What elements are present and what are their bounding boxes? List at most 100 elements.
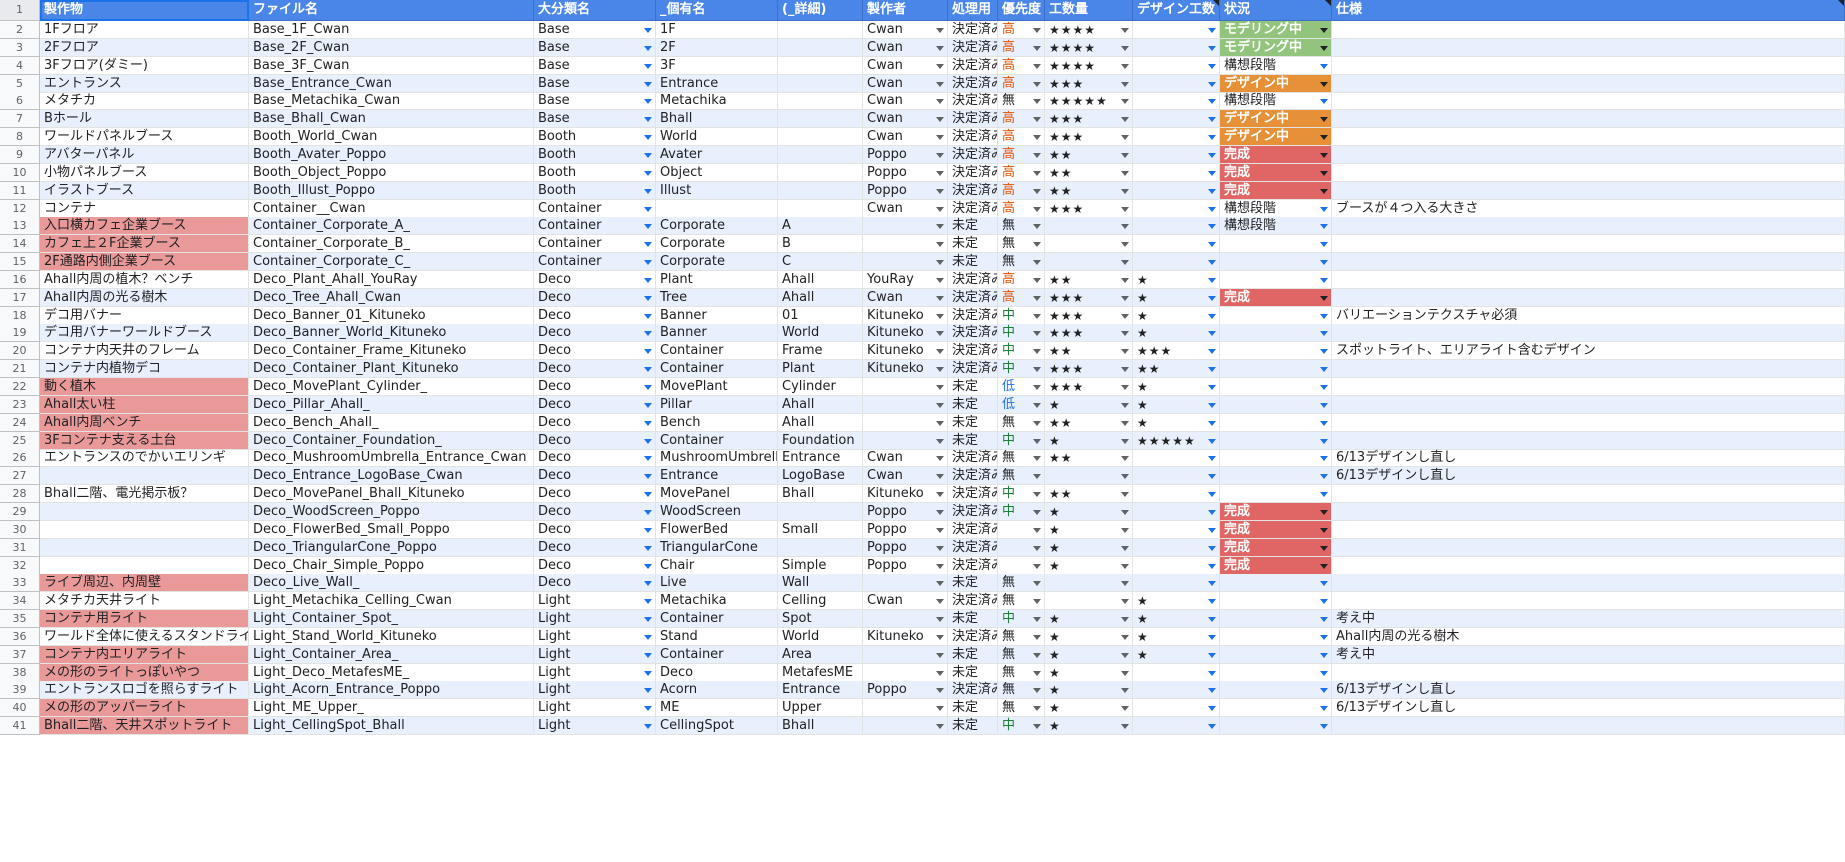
row-number[interactable]: 24 xyxy=(0,414,40,432)
chevron-down-icon[interactable] xyxy=(1208,688,1216,693)
cell-file[interactable]: Container__Cwan xyxy=(249,200,534,218)
chevron-down-icon[interactable] xyxy=(1033,474,1041,479)
chevron-down-icon[interactable] xyxy=(1121,296,1129,301)
cell-workload[interactable]: ★ xyxy=(1045,717,1133,735)
cell-category[interactable]: Deco xyxy=(534,539,656,557)
cell-item[interactable]: アバターパネル xyxy=(40,146,249,164)
cell-workload[interactable]: ★★★ xyxy=(1045,289,1133,307)
cell-priority[interactable]: 低 xyxy=(998,378,1045,396)
chevron-down-icon[interactable] xyxy=(1033,349,1041,354)
chevron-down-icon[interactable] xyxy=(1121,635,1129,640)
cell-item[interactable]: イラストブース xyxy=(40,182,249,200)
cell-priority[interactable]: 中 xyxy=(998,485,1045,503)
cell-detail[interactable]: World xyxy=(778,324,863,342)
cell-item[interactable] xyxy=(40,557,249,575)
chevron-down-icon[interactable] xyxy=(1121,278,1129,283)
chevron-down-icon[interactable] xyxy=(936,117,944,122)
chevron-down-icon[interactable] xyxy=(1208,653,1216,658)
chevron-down-icon[interactable] xyxy=(1320,671,1328,676)
cell-process[interactable]: 決定済み xyxy=(948,39,998,57)
cell-category[interactable]: Deco xyxy=(534,467,656,485)
chevron-down-icon[interactable] xyxy=(1033,635,1041,640)
cell-item[interactable]: デコ用バナーワールドブース xyxy=(40,324,249,342)
cell-design-workload[interactable]: ★ xyxy=(1133,324,1220,342)
cell-workload[interactable]: ★ xyxy=(1045,699,1133,717)
chevron-down-icon[interactable] xyxy=(1121,724,1129,729)
chevron-down-icon[interactable] xyxy=(1033,367,1041,372)
cell-name[interactable]: Container xyxy=(656,432,778,450)
chevron-down-icon[interactable] xyxy=(1033,171,1041,176)
cell-process[interactable]: 未定 xyxy=(948,717,998,735)
chevron-down-icon[interactable] xyxy=(936,242,944,247)
row-number[interactable]: 2 xyxy=(0,21,40,39)
cell-maker[interactable]: Cwan xyxy=(863,39,948,57)
cell-design-workload[interactable] xyxy=(1133,200,1220,218)
cell-design-workload[interactable] xyxy=(1133,699,1220,717)
chevron-down-icon[interactable] xyxy=(644,189,652,194)
cell-workload[interactable]: ★★★ xyxy=(1045,200,1133,218)
chevron-down-icon[interactable] xyxy=(1033,617,1041,622)
cell-spec[interactable]: 考え中 xyxy=(1332,646,1845,664)
cell-priority[interactable]: 中 xyxy=(998,610,1045,628)
row-number[interactable]: 4 xyxy=(0,57,40,75)
cell-workload[interactable] xyxy=(1045,592,1133,610)
cell-process[interactable]: 決定済み xyxy=(948,200,998,218)
cell-name[interactable]: 3F xyxy=(656,57,778,75)
cell-process[interactable]: 決定済み xyxy=(948,342,998,360)
chevron-down-icon[interactable] xyxy=(1208,385,1216,390)
cell-workload[interactable]: ★★ xyxy=(1045,164,1133,182)
chevron-down-icon[interactable] xyxy=(644,314,652,319)
row-number[interactable]: 6 xyxy=(0,92,40,110)
cell-file[interactable]: Deco_Tree_Ahall_Cwan xyxy=(249,289,534,307)
cell-name[interactable]: Avater xyxy=(656,146,778,164)
row-number[interactable]: 11 xyxy=(0,182,40,200)
cell-item[interactable]: 入口横カフェ企業ブース xyxy=(40,217,249,235)
cell-file[interactable]: Deco_Plant_Ahall_YouRay xyxy=(249,271,534,289)
cell-status[interactable] xyxy=(1220,628,1332,646)
cell-detail[interactable]: Ahall xyxy=(778,289,863,307)
cell-process[interactable]: 決定済み xyxy=(948,449,998,467)
cell-process[interactable]: 決定済み xyxy=(948,521,998,539)
chevron-down-icon[interactable] xyxy=(1033,599,1041,604)
chevron-down-icon[interactable] xyxy=(644,28,652,33)
cell-status[interactable] xyxy=(1220,699,1332,717)
cell-workload[interactable]: ★ xyxy=(1045,521,1133,539)
chevron-down-icon[interactable] xyxy=(1208,635,1216,640)
cell-category[interactable]: Booth xyxy=(534,164,656,182)
chevron-down-icon[interactable] xyxy=(1208,671,1216,676)
cell-detail[interactable]: Foundation xyxy=(778,432,863,450)
row-number[interactable]: 13 xyxy=(0,217,40,235)
chevron-down-icon[interactable] xyxy=(1033,546,1041,551)
chevron-down-icon[interactable] xyxy=(936,617,944,622)
cell-maker[interactable]: YouRay xyxy=(863,271,948,289)
cell-name[interactable]: TriangularCone xyxy=(656,539,778,557)
chevron-down-icon[interactable] xyxy=(644,349,652,354)
cell-maker[interactable] xyxy=(863,414,948,432)
cell-workload[interactable]: ★★★ xyxy=(1045,75,1133,93)
cell-category[interactable]: Base xyxy=(534,57,656,75)
cell-priority[interactable]: 無 xyxy=(998,699,1045,717)
chevron-down-icon[interactable] xyxy=(1208,724,1216,729)
chevron-down-icon[interactable] xyxy=(936,367,944,372)
chevron-down-icon[interactable] xyxy=(1320,99,1328,104)
cell-workload[interactable] xyxy=(1045,217,1133,235)
cell-priority[interactable]: 無 xyxy=(998,449,1045,467)
cell-design-workload[interactable] xyxy=(1133,146,1220,164)
chevron-down-icon[interactable] xyxy=(1121,99,1129,104)
cell-spec[interactable] xyxy=(1332,235,1845,253)
chevron-down-icon[interactable] xyxy=(936,492,944,497)
header-detail[interactable]: (_詳細) xyxy=(778,0,863,21)
cell-name[interactable]: Corporate xyxy=(656,235,778,253)
cell-file[interactable]: Booth_Object_Poppo xyxy=(249,164,534,182)
cell-priority[interactable]: 高 xyxy=(998,57,1045,75)
chevron-down-icon[interactable] xyxy=(936,581,944,586)
cell-maker[interactable]: Poppo xyxy=(863,503,948,521)
cell-file[interactable]: Light_Acorn_Entrance_Poppo xyxy=(249,681,534,699)
cell-maker[interactable]: Cwan xyxy=(863,592,948,610)
cell-status[interactable]: モデリング中 xyxy=(1220,39,1332,57)
cell-design-workload[interactable] xyxy=(1133,57,1220,75)
cell-category[interactable]: Deco xyxy=(534,324,656,342)
cell-design-workload[interactable]: ★ xyxy=(1133,646,1220,664)
cell-file[interactable]: Light_Metachika_Celling_Cwan xyxy=(249,592,534,610)
chevron-down-icon[interactable] xyxy=(1121,349,1129,354)
